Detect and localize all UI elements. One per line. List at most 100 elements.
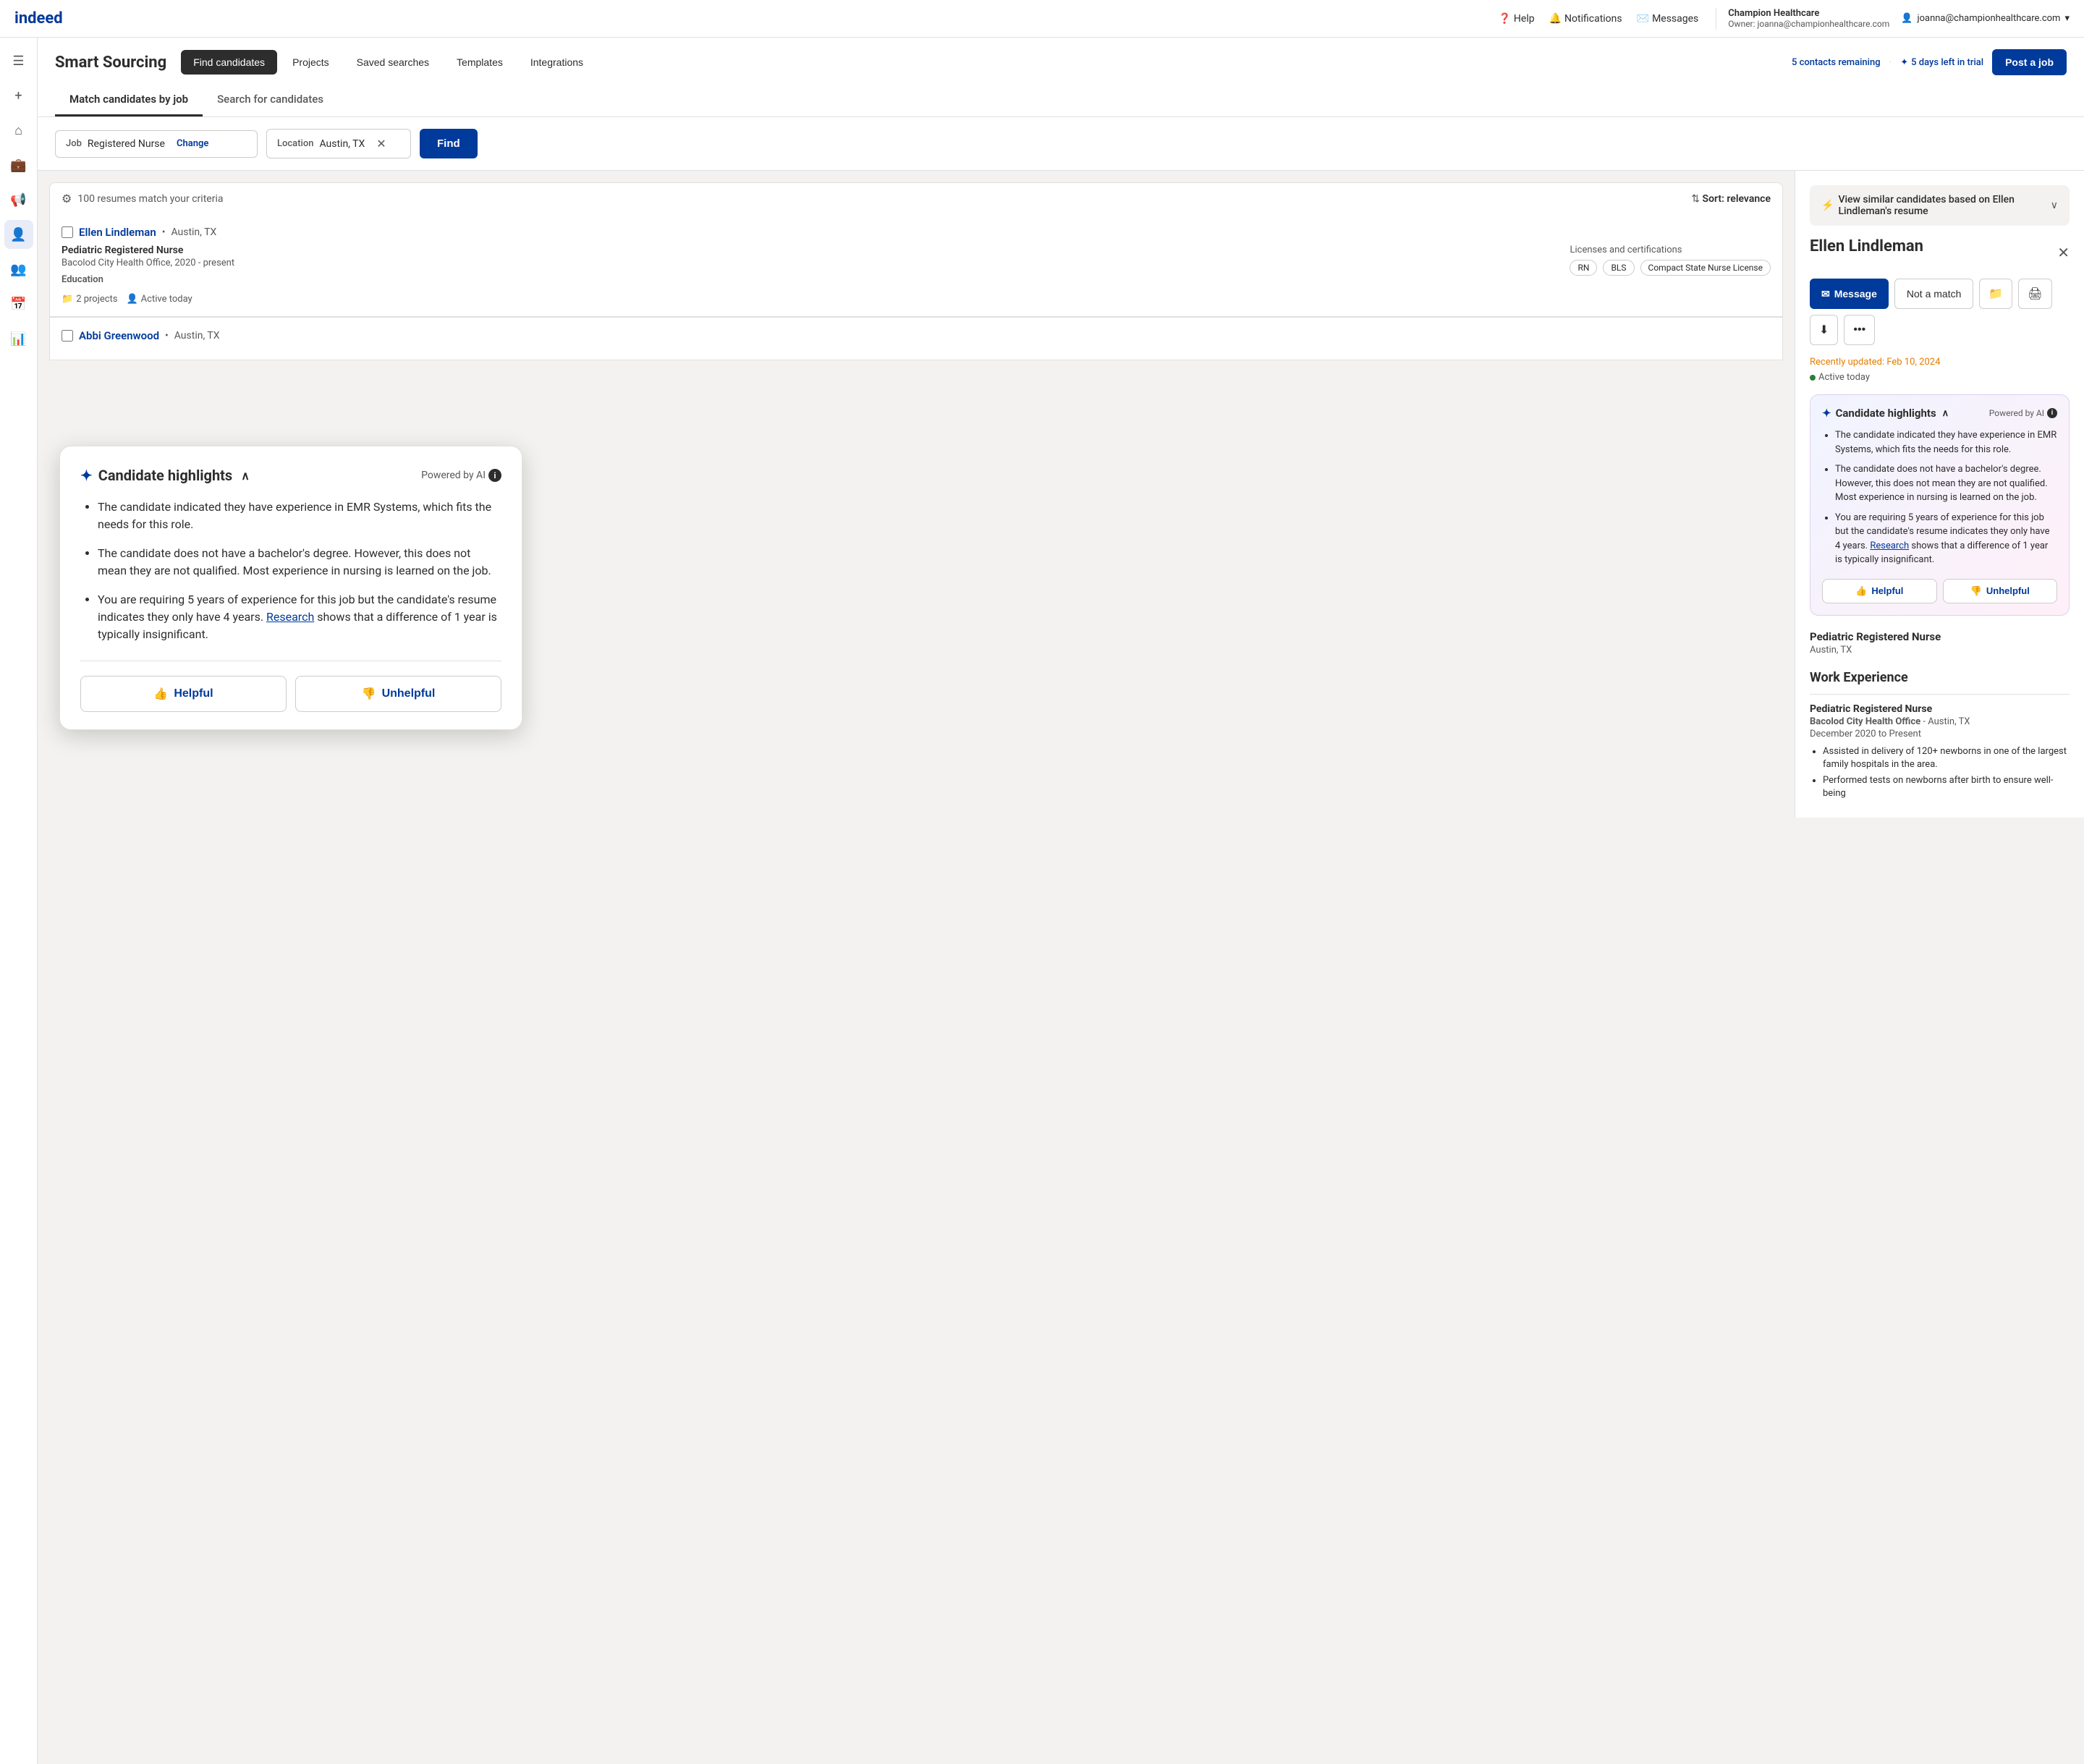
cert-badge-rn: RN	[1570, 260, 1597, 276]
active-badge: 👤 Active today	[126, 294, 192, 305]
rp-job-location: Austin, TX	[1810, 645, 2070, 656]
ai-info-icon[interactable]: i	[488, 469, 501, 482]
main-content-area: Smart Sourcing Find candidates Projects …	[38, 38, 2084, 1764]
ss-right-area: 5 contacts remaining · ✦ 5 days left in …	[1792, 49, 2067, 75]
tab-match-candidates[interactable]: Match candidates by job	[55, 84, 203, 116]
ai-popup-title: ✦ Candidate highlights ∧	[80, 467, 250, 484]
candidate-card-1: Ellen Lindleman • Austin, TX Pediatric R…	[49, 214, 1783, 317]
user-icon: 👤	[1901, 13, 1913, 24]
rp-ai-bullet-2: The candidate does not have a bachelor's…	[1835, 462, 2057, 505]
sidebar-menu-icon[interactable]: ☰	[4, 46, 33, 75]
results-content: ⚙ 100 resumes match your criteria ⇅ Sort…	[38, 171, 2084, 818]
view-similar-text: ⚡ View similar candidates based on Ellen…	[1821, 194, 2051, 217]
candidate-card-2: Abbi Greenwood • Austin, TX	[49, 317, 1783, 360]
rp-folder-button[interactable]: 📁	[1979, 279, 2012, 309]
trial-badge: ✦ 5 days left in trial	[1900, 57, 1983, 68]
ss-top-bar: Smart Sourcing Find candidates Projects …	[55, 38, 2067, 84]
cert-badge-compact: Compact State Nurse License	[1640, 260, 1771, 276]
rp-ai-header: ✦ Candidate highlights ∧ Powered by AI i	[1822, 407, 2057, 420]
messages-link[interactable]: ✉️ Messages	[1637, 13, 1699, 25]
rp-updated-text: Recently updated: Feb 10, 2024	[1810, 357, 2070, 368]
tab-search-candidates[interactable]: Search for candidates	[203, 84, 338, 116]
rp-message-button[interactable]: ✉ Message	[1810, 279, 1889, 309]
unhelpful-button[interactable]: 👎 Unhelpful	[295, 676, 501, 712]
search-bar-area: Job Registered Nurse Change Location Aus…	[38, 117, 2084, 171]
rp-ai-info-icon[interactable]: i	[2047, 408, 2057, 418]
ai-bullets-list: The candidate indicated they have experi…	[80, 499, 501, 643]
sort-control[interactable]: ⇅ Sort: relevance	[1691, 193, 1771, 205]
rp-not-match-button[interactable]: Not a match	[1894, 279, 1973, 309]
person-icon: 👤	[126, 294, 137, 305]
sidebar-analytics-icon[interactable]: 📊	[4, 324, 33, 353]
rp-chevron-up[interactable]: ∧	[1942, 408, 1949, 419]
notifications-link[interactable]: 🔔 Notifications	[1549, 13, 1622, 25]
rp-exp-bullet-2: Performed tests on newborns after birth …	[1823, 774, 2070, 800]
view-similar-banner[interactable]: ⚡ View similar candidates based on Ellen…	[1810, 185, 2070, 226]
rp-action-buttons: ✉ Message Not a match 📁 🖨 ⬇ •••	[1810, 279, 2070, 345]
sidebar-calendar-icon[interactable]: 📅	[4, 289, 33, 318]
sidebar-people-icon[interactable]: 👥	[4, 255, 33, 284]
candidate-company-1: Bacolod City Health Office, 2020 - prese…	[62, 258, 1558, 268]
sidebar-candidates-icon[interactable]: 👤	[4, 220, 33, 249]
rp-print-button[interactable]: 🖨	[2018, 279, 2051, 309]
sidebar-home-icon[interactable]: ⌂	[4, 116, 33, 145]
rp-more-button[interactable]: •••	[1844, 315, 1875, 345]
ai-bullet-1: The candidate indicated they have experi…	[98, 499, 501, 533]
rp-thumbs-up-icon: 👍	[1855, 585, 1867, 597]
location-input-field[interactable]: Location Austin, TX ✕	[266, 129, 411, 158]
rp-download-button[interactable]: ⬇	[1810, 315, 1838, 345]
find-candidates-button[interactable]: Find candidates	[181, 50, 277, 75]
candidate-checkbox-1[interactable]	[62, 226, 73, 238]
job-input-field[interactable]: Job Registered Nurse Change	[55, 130, 258, 158]
candidate-name-link-1[interactable]: Ellen Lindleman	[79, 226, 156, 239]
projects-button[interactable]: Projects	[280, 50, 342, 75]
location-label: Location	[277, 138, 313, 149]
rp-helpful-button[interactable]: 👍 Helpful	[1822, 579, 1937, 603]
templates-button[interactable]: Templates	[444, 50, 515, 75]
sidebar-add-icon[interactable]: +	[4, 81, 33, 110]
candidate-location-text-2: Austin, TX	[174, 330, 220, 342]
rp-exp-title: Pediatric Registered Nurse	[1810, 703, 2070, 715]
candidate-checkbox-2[interactable]	[62, 330, 73, 342]
helpful-button[interactable]: 👍 Helpful	[80, 676, 287, 712]
saved-searches-button[interactable]: Saved searches	[344, 50, 441, 75]
candidate-name-link-2[interactable]: Abbi Greenwood	[79, 329, 159, 342]
projects-badge: 📁 2 projects	[62, 294, 117, 305]
filter-row: ⚙ 100 resumes match your criteria	[62, 192, 223, 205]
rp-unhelpful-button[interactable]: 👎 Unhelpful	[1943, 579, 2058, 603]
rp-job-title: Pediatric Registered Nurse	[1810, 630, 2070, 643]
chevron-up-icon-rp[interactable]: ∨	[2051, 200, 2058, 211]
sidebar-jobs-icon[interactable]: 💼	[4, 150, 33, 179]
candidate-location-text-1: Austin, TX	[171, 226, 216, 238]
rp-work-divider	[1810, 694, 2070, 695]
user-menu[interactable]: 👤 joanna@championhealthcare.com ▾	[1901, 13, 2070, 24]
integrations-button[interactable]: Integrations	[518, 50, 596, 75]
filter-icon[interactable]: ⚙	[62, 192, 72, 205]
find-button[interactable]: Find	[420, 129, 478, 158]
location-value: Austin, TX	[319, 138, 365, 150]
rp-close-button[interactable]: ✕	[2057, 244, 2070, 261]
chevron-down-icon: ▾	[2064, 13, 2070, 24]
sort-label: Sort: relevance	[1703, 193, 1771, 205]
cert-badge-bls: BLS	[1603, 260, 1634, 276]
candidate-location-1: •	[162, 226, 166, 238]
location-clear-button[interactable]: ✕	[376, 137, 386, 150]
bell-icon: 🔔	[1549, 13, 1562, 25]
rp-ai-section: ✦ Candidate highlights ∧ Powered by AI i…	[1810, 394, 2070, 616]
sidebar-campaigns-icon[interactable]: 📢	[4, 185, 33, 214]
help-link[interactable]: ❓ Help	[1498, 13, 1534, 25]
chevron-up-icon[interactable]: ∧	[241, 469, 250, 483]
rp-research-link[interactable]: Research	[1870, 540, 1909, 551]
job-change-button[interactable]: Change	[177, 138, 208, 149]
research-link[interactable]: Research	[266, 610, 314, 624]
candidate-card-left-1: Pediatric Registered Nurse Bacolod City …	[62, 245, 1558, 288]
rp-ai-footer: 👍 Helpful 👎 Unhelpful	[1822, 579, 2057, 603]
indeed-logo: indeed	[14, 9, 63, 27]
separator: ·	[1889, 56, 1892, 68]
post-job-button[interactable]: Post a job	[1992, 49, 2067, 75]
ai-popup-header: ✦ Candidate highlights ∧ Powered by AI i	[80, 467, 501, 484]
rp-exp-bullets: Assisted in delivery of 120+ newborns in…	[1810, 745, 2070, 801]
left-panel: ⚙ 100 resumes match your criteria ⇅ Sort…	[38, 171, 1795, 818]
certs-label-1: Licenses and certifications	[1570, 245, 1771, 255]
rp-ai-title: ✦ Candidate highlights ∧	[1822, 407, 1949, 420]
